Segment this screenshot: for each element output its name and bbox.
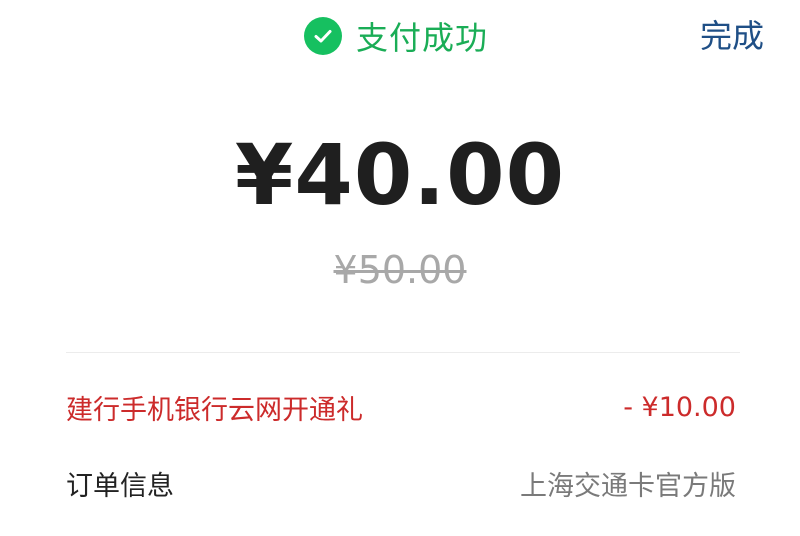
done-button[interactable]: 完成 xyxy=(700,12,764,60)
promo-discount-value: - ¥10.00 xyxy=(623,392,736,423)
payment-success-screen: 支付成功 完成 ¥40.00 ¥50.00 建行手机银行云网开通礼 - ¥10.… xyxy=(0,0,800,536)
order-info-label: 订单信息 xyxy=(66,471,174,502)
promo-label: 建行手机银行云网开通礼 xyxy=(66,395,363,426)
check-circle-icon xyxy=(304,17,342,55)
merchant-name: 上海交通卡官方版 xyxy=(520,471,736,502)
original-amount: ¥50.00 xyxy=(333,248,467,292)
status-text: 支付成功 xyxy=(356,19,489,57)
paid-amount: ¥40.00 xyxy=(234,126,566,224)
order-info-row[interactable]: 订单信息 上海交通卡官方版 xyxy=(66,464,736,503)
divider xyxy=(66,352,740,353)
payment-status: 支付成功 xyxy=(304,10,488,62)
promo-row: 建行手机银行云网开通礼 - ¥10.00 xyxy=(66,388,736,427)
